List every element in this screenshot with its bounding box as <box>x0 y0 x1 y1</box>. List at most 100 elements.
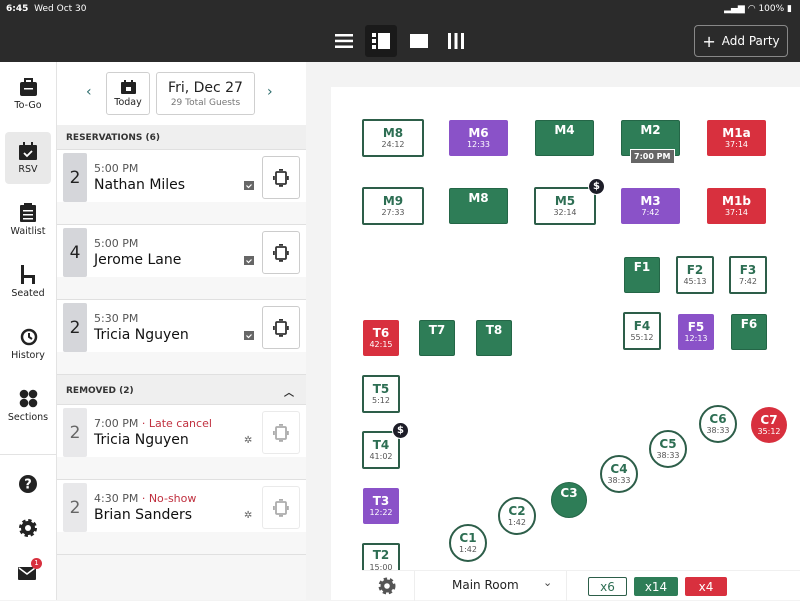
table-c7[interactable]: C7 35:12 <box>751 407 787 443</box>
reservation-card[interactable]: 2 5:00 PM Nathan Miles <box>57 150 306 202</box>
table-timer: 7:42 <box>739 277 757 287</box>
table-name: C6 <box>709 411 727 426</box>
table-t7[interactable]: T7 <box>419 320 455 356</box>
table-c2[interactable]: C2 1:42 <box>498 497 536 535</box>
table-c4[interactable]: C4 38:33 <box>600 455 638 493</box>
removed-header-label: REMOVED (2) <box>66 386 134 396</box>
table-c6[interactable]: C6 38:33 <box>699 405 737 443</box>
reservation-card[interactable]: 2 5:30 PM Tricia Nguyen <box>57 300 306 352</box>
table-timer: 38:33 <box>656 451 680 461</box>
room-selector[interactable]: Main Room <box>452 578 519 592</box>
table-t6[interactable]: T6 42:15 <box>363 320 399 356</box>
reservation-row[interactable]: 4 5:00 PM Jerome Lane <box>57 225 306 300</box>
table-f1[interactable]: F1 <box>624 257 660 293</box>
table-m8[interactable]: M8 24:12 <box>362 119 424 157</box>
table-t8[interactable]: T8 <box>476 320 512 356</box>
nav-waitlist[interactable]: Waitlist <box>5 194 51 246</box>
table-name: F4 <box>633 318 651 333</box>
reservation-row[interactable]: 2 4:30 PM · No-show Brian Sanders ✲ <box>57 480 306 555</box>
table-m4[interactable]: M4 <box>535 120 594 156</box>
table-c1[interactable]: C1 1:42 <box>449 524 487 562</box>
table-m8[interactable]: M8 <box>449 188 508 224</box>
nav-sections[interactable]: Sections <box>5 380 51 432</box>
table-f3[interactable]: F3 7:42 <box>729 256 767 294</box>
table-timer: 1:42 <box>508 518 526 528</box>
seat-party-button[interactable] <box>262 231 300 274</box>
removed-header[interactable]: REMOVED (2) ︿ <box>57 375 306 405</box>
calendar-icon <box>120 79 136 94</box>
seat-party-button[interactable] <box>262 156 300 199</box>
seat-party-button[interactable] <box>262 486 300 529</box>
table-name: T6 <box>372 325 390 340</box>
party-size: 2 <box>63 483 87 532</box>
today-button[interactable]: Today <box>106 72 150 115</box>
table-m1a[interactable]: M1a 37:14 <box>707 120 766 156</box>
count-seated[interactable]: x14 <box>634 577 678 596</box>
table-m5[interactable]: M5 32:14 <box>534 187 596 225</box>
gear-icon <box>19 519 37 537</box>
room-view-button[interactable] <box>403 25 435 57</box>
nav-to-go[interactable]: To-Go <box>5 68 51 120</box>
help-button[interactable]: ? <box>18 474 40 496</box>
settings-button[interactable] <box>18 518 40 540</box>
list-icon <box>335 34 353 48</box>
confirmed-icon <box>244 255 254 268</box>
floor-controls: Main Room ⌄ x6 x14 x4 <box>362 570 800 601</box>
date-display[interactable]: Fri, Dec 27 29 Total Guests <box>156 72 255 115</box>
table-m9[interactable]: M9 27:33 <box>362 187 424 225</box>
table-t3[interactable]: T3 12:22 <box>363 488 399 524</box>
add-party-label: Add Party <box>721 34 780 48</box>
reservation-card[interactable]: 2 7:00 PM · Late cancel Tricia Nguyen ✲ <box>57 405 306 457</box>
table-c3[interactable]: C3 <box>551 482 587 518</box>
reservation-card[interactable]: 2 4:30 PM · No-show Brian Sanders ✲ <box>57 480 306 532</box>
count-open[interactable]: x6 <box>588 577 627 596</box>
next-day-button[interactable]: › <box>267 84 273 100</box>
table-c5[interactable]: C5 38:33 <box>649 430 687 468</box>
split-view-icon <box>372 33 390 49</box>
history-icon <box>20 328 37 346</box>
table-f2[interactable]: F2 45:13 <box>676 256 714 294</box>
table-timer: 27:33 <box>381 208 405 218</box>
removed-status-icon: ✲ <box>244 510 253 521</box>
table-m6[interactable]: M6 12:33 <box>449 120 508 156</box>
table-name: T3 <box>372 493 390 508</box>
table-name: C7 <box>760 412 778 427</box>
seat-party-button[interactable] <box>262 306 300 349</box>
nav-label: Seated <box>11 288 45 299</box>
mail-button[interactable]: 1 <box>18 558 42 584</box>
guest-name: Tricia Nguyen <box>94 432 189 448</box>
table-name: F5 <box>687 319 705 334</box>
clipboard-icon <box>20 203 36 222</box>
table-m1b[interactable]: M1b 37:14 <box>707 188 766 224</box>
seat-party-button[interactable] <box>262 411 300 454</box>
table-f6[interactable]: F6 <box>731 314 767 350</box>
reservation-row[interactable]: 2 5:00 PM Nathan Miles <box>57 150 306 225</box>
nav-seated[interactable]: Seated <box>5 256 51 308</box>
table-f5[interactable]: F5 12:13 <box>678 314 714 350</box>
confirmed-icon <box>244 180 254 193</box>
floor-settings-button[interactable] <box>377 576 397 600</box>
table-seat-icon <box>273 498 289 517</box>
table-name: T7 <box>428 323 446 337</box>
chevron-down-icon[interactable]: ⌄ <box>543 576 552 589</box>
party-size: 2 <box>63 408 87 457</box>
table-t2[interactable]: T2 15:00 <box>362 543 400 573</box>
columns-view-button[interactable] <box>440 25 472 57</box>
chevron-up-icon[interactable]: ︿ <box>284 384 294 399</box>
add-party-button[interactable]: + Add Party <box>694 25 788 57</box>
reservation-row[interactable]: 2 5:30 PM Tricia Nguyen <box>57 300 306 375</box>
table-f4[interactable]: F4 55:12 <box>623 312 661 350</box>
table-m3[interactable]: M3 7:42 <box>621 188 680 224</box>
table-name: T4 <box>372 437 390 452</box>
reservation-time: 5:00 PM <box>94 162 139 175</box>
split-view-button[interactable] <box>365 25 397 57</box>
prev-day-button[interactable]: ‹ <box>86 84 92 100</box>
nav-history[interactable]: History <box>5 318 51 370</box>
table-t5[interactable]: T5 5:12 <box>362 375 400 413</box>
table-name: F2 <box>686 262 704 277</box>
reservation-card[interactable]: 4 5:00 PM Jerome Lane <box>57 225 306 277</box>
list-view-button[interactable] <box>328 25 360 57</box>
reservation-row[interactable]: 2 7:00 PM · Late cancel Tricia Nguyen ✲ <box>57 405 306 480</box>
count-late[interactable]: x4 <box>685 577 727 596</box>
nav-rsv[interactable]: RSV <box>5 132 51 184</box>
